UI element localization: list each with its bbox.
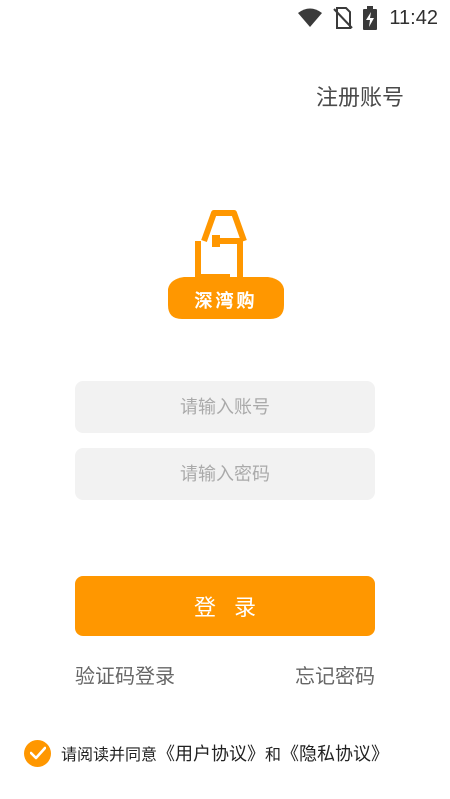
agree-checkbox[interactable] xyxy=(24,739,51,767)
password-input[interactable] xyxy=(75,448,375,500)
status-bar: 11:42 xyxy=(0,0,450,36)
forgot-password-link[interactable]: 忘记密码 xyxy=(295,660,375,689)
agreement-prefix: 请阅读并同意 xyxy=(61,745,158,764)
privacy-policy-link[interactable]: 《隐私协议》 xyxy=(281,740,389,766)
battery-charging-icon xyxy=(363,6,378,30)
logo-text: 深湾购 xyxy=(194,291,258,312)
app-logo: 深湾购 xyxy=(162,205,290,325)
user-agreement-link[interactable]: 《用户协议》 xyxy=(157,740,265,766)
account-input[interactable] xyxy=(75,381,375,433)
login-screen: 11:42 注册账号 深湾购 登录 验证码登录 忘记密码 请阅读并同意 《用户 xyxy=(0,0,450,799)
checkmark-icon xyxy=(29,746,46,760)
register-account-link[interactable]: 注册账号 xyxy=(316,80,404,112)
agreement-and: 和 xyxy=(265,745,282,764)
login-button[interactable]: 登录 xyxy=(75,576,375,636)
sms-login-link[interactable]: 验证码登录 xyxy=(75,660,175,689)
agreement-row: 请阅读并同意 《用户协议》 和 《隐私协议》 xyxy=(24,738,389,768)
no-sim-icon xyxy=(333,7,354,29)
wifi-icon xyxy=(297,8,323,28)
status-time: 11:42 xyxy=(389,6,438,29)
